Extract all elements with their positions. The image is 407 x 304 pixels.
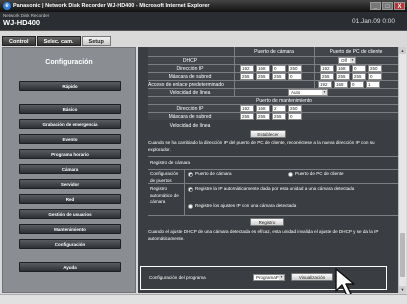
- browser-status-bar: [0, 294, 407, 304]
- maintenance-subnet-octet-2[interactable]: 255: [256, 113, 270, 120]
- sidebar-item-server[interactable]: Servidor: [19, 179, 121, 189]
- pc-subnet-octet-4[interactable]: 0: [368, 73, 382, 80]
- pc-subnet-octet-3[interactable]: 255: [352, 73, 366, 80]
- radio-camera-port-label: Puerto de cámara: [195, 171, 232, 176]
- sidebar-item-user-management[interactable]: Gestión de usuarios: [19, 209, 121, 219]
- scroll-thumb[interactable]: [400, 233, 405, 277]
- scroll-up-icon[interactable]: ▲: [399, 47, 406, 54]
- maintenance-ip-label: Dirección IP: [176, 106, 204, 112]
- dhcp-note: Cuando el ajuste DHCP de una cámara dete…: [148, 229, 379, 241]
- maintenance-ip-octet-4[interactable]: 250: [288, 105, 302, 112]
- tab-control[interactable]: Control: [2, 36, 36, 46]
- camera-ip-octet-1[interactable]: 192: [240, 65, 254, 72]
- ip-address-label: Dirección IP: [176, 66, 204, 72]
- camera-subnet-octet-1[interactable]: 255: [240, 73, 254, 80]
- gateway-octet-2[interactable]: 168: [334, 81, 348, 88]
- sidebar-heading: Configuración: [45, 59, 93, 66]
- line-speed-select[interactable]: Auto ▾: [288, 89, 328, 96]
- pc-ip-octet-3[interactable]: 0: [352, 65, 366, 72]
- register-button[interactable]: Registro: [250, 218, 284, 226]
- maintenance-speed-label: Velocidad de línea: [169, 123, 211, 129]
- auto-registration-label: Registro automático de cámara: [150, 186, 179, 204]
- scroll-down-icon[interactable]: ▼: [399, 286, 406, 293]
- program-select[interactable]: ProgramaP ▾: [253, 274, 285, 281]
- sidebar-item-network[interactable]: Red: [19, 194, 121, 204]
- maintenance-subnet-label: Máscara de subred: [168, 114, 212, 120]
- sidebar: Configuración Rápido Básico Grabación de…: [2, 47, 136, 293]
- vertical-scrollbar[interactable]: ▲ ▼: [398, 47, 406, 293]
- radio-camera-port[interactable]: [188, 172, 193, 177]
- browser-title-bar: e Panasonic | Network Disk Recorder WJ-H…: [0, 0, 407, 12]
- pc-ip-octet-4[interactable]: 250: [368, 65, 382, 72]
- main-panel: Puerto de cámara Puerto de PC de cliente…: [138, 47, 398, 293]
- port-configuration-label: Configuración de puertos: [150, 171, 179, 183]
- camera-ip-octet-4[interactable]: 250: [288, 65, 302, 72]
- default-gateway-label: Acceso de enlace predeterminado: [148, 82, 224, 88]
- maintenance-subnet-octet-3[interactable]: 255: [272, 113, 286, 120]
- radio-auto-register-ip[interactable]: [188, 187, 193, 192]
- minimize-button[interactable]: _: [370, 2, 381, 10]
- gateway-octet-4[interactable]: 1: [366, 81, 380, 88]
- radio-auto-register-ip-label: Registre la IP automáticamente dada por …: [195, 186, 355, 191]
- dhcp-select[interactable]: Off ▾: [338, 57, 356, 64]
- pc-subnet-octet-2[interactable]: 255: [336, 73, 350, 80]
- camera-ip-octet-2[interactable]: 168: [256, 65, 270, 72]
- sidebar-item-help[interactable]: Ayuda: [19, 262, 121, 272]
- chevron-down-icon: ▾: [322, 90, 327, 95]
- chevron-down-icon: ▾: [350, 58, 355, 63]
- maintenance-ip-octet-2[interactable]: 168: [256, 105, 270, 112]
- camera-subnet-octet-2[interactable]: 255: [256, 73, 270, 80]
- radio-keep-camera-settings[interactable]: [188, 204, 193, 209]
- top-tabs: Control Selec. cam. Setup: [2, 36, 111, 46]
- tab-setup[interactable]: Setup: [81, 36, 111, 46]
- line-speed-label: Velocidad de línea: [169, 90, 211, 96]
- tab-select-camera[interactable]: Selec. cam.: [36, 36, 81, 46]
- sidebar-item-schedule[interactable]: Programa horario: [19, 149, 121, 159]
- sidebar-item-configuration[interactable]: Configuración: [19, 239, 121, 249]
- sidebar-item-camera[interactable]: Cámara: [19, 164, 121, 174]
- date-time: 01.Jan.09 0:00: [351, 18, 395, 25]
- radio-pc-port-label: Puerto de PC de cliente: [295, 171, 344, 176]
- set-button[interactable]: Establecer: [250, 130, 286, 138]
- sidebar-item-basic[interactable]: Básico: [19, 104, 121, 114]
- sidebar-item-maintenance[interactable]: Mantenimiento: [19, 224, 121, 234]
- subnet-mask-label: Máscara de subred: [168, 74, 212, 80]
- sidebar-item-event[interactable]: Evento: [19, 134, 121, 144]
- column-header-pc-port: Puerto de PC de cliente: [329, 49, 383, 55]
- maintenance-ip-octet-3[interactable]: 2: [272, 105, 286, 112]
- close-button[interactable]: X: [394, 2, 405, 10]
- maintenance-subnet-octet-4[interactable]: 0: [288, 113, 302, 120]
- app-header: Network Disk Recorder WJ-HD400 01.Jan.09…: [0, 12, 407, 31]
- gateway-octet-1[interactable]: 192: [318, 81, 332, 88]
- window-title: Panasonic | Network Disk Recorder WJ-HD4…: [13, 3, 210, 9]
- pc-ip-octet-1[interactable]: 192: [320, 65, 334, 72]
- view-button[interactable]: Visualización: [291, 273, 333, 281]
- chevron-down-icon: ▾: [279, 275, 284, 280]
- sidebar-item-emergency-recording[interactable]: Grabación de emergencia: [19, 119, 121, 129]
- sidebar-item-quick[interactable]: Rápido: [19, 81, 121, 91]
- maintenance-ip-octet-1[interactable]: 192: [240, 105, 254, 112]
- dhcp-label: DHCP: [182, 58, 198, 64]
- maximize-button[interactable]: □: [382, 2, 393, 10]
- program-configuration-label: Configuración del programa: [149, 275, 206, 280]
- radio-keep-camera-settings-label: Registre los ajustes IP con una cámara d…: [195, 203, 297, 208]
- camera-registration-header: Registro de cámara: [150, 160, 191, 165]
- pc-subnet-octet-1[interactable]: 255: [320, 73, 334, 80]
- gateway-octet-3[interactable]: 0: [350, 81, 364, 88]
- camera-subnet-octet-4[interactable]: 0: [288, 73, 302, 80]
- ip-change-note: Cuando se ha cambiado la dirección IP de…: [148, 140, 375, 152]
- camera-ip-octet-3[interactable]: 0: [272, 65, 286, 72]
- camera-subnet-octet-3[interactable]: 255: [272, 73, 286, 80]
- model-name: WJ-HD400: [3, 18, 41, 27]
- internet-explorer-icon: e: [3, 2, 11, 10]
- pc-ip-octet-2[interactable]: 168: [336, 65, 350, 72]
- column-header-camera-port: Puerto de cámara: [254, 49, 294, 55]
- maintenance-subnet-octet-1[interactable]: 255: [240, 113, 254, 120]
- radio-pc-port[interactable]: [288, 172, 293, 177]
